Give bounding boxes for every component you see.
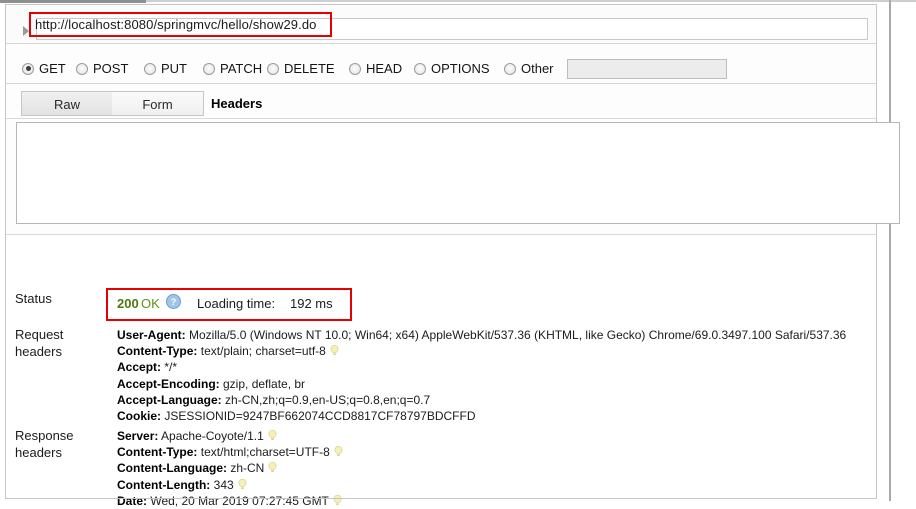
right-gutter — [878, 2, 889, 501]
header-value: zh-CN — [227, 461, 265, 476]
loading-time-value: 192 ms — [290, 296, 333, 311]
request-header-row: Cookie: JSESSIONID=9247BF662074CCD8817CF… — [117, 408, 907, 424]
request-header-row: Accept: */* — [117, 359, 907, 375]
question-help-icon[interactable]: ? — [166, 294, 181, 309]
tab-form[interactable]: Form — [112, 91, 204, 116]
rest-client-panel: http://localhost:8080/springmvc/hello/sh… — [0, 0, 916, 508]
request-header-row: Accept-Language: zh-CN,zh;q=0.9,en-US;q=… — [117, 392, 907, 408]
section-divider — [6, 234, 877, 235]
request-body-textarea[interactable] — [16, 122, 900, 224]
loading-time-label: Loading time: — [197, 296, 276, 311]
radio-button-icon[interactable] — [414, 62, 426, 75]
svg-text:?: ? — [171, 297, 177, 307]
tab-headers[interactable]: Headers — [211, 91, 262, 116]
response-header-row: Content-Length: 343 — [117, 477, 907, 493]
header-name: Content-Type: — [117, 445, 198, 460]
method-radio-get[interactable]: GET — [22, 61, 66, 76]
body-tab-strip: Raw Form Headers — [6, 85, 876, 119]
other-method-input[interactable] — [567, 59, 727, 79]
radio-button-icon[interactable] — [504, 62, 516, 75]
request-header-row: User-Agent: Mozilla/5.0 (Windows NT 10.0… — [117, 327, 907, 343]
header-name: Server: — [117, 429, 159, 443]
request-headers-list: User-Agent: Mozilla/5.0 (Windows NT 10.0… — [117, 327, 907, 424]
lightbulb-icon[interactable] — [238, 478, 247, 490]
header-value: JSESSIONID=9247BF662074CCD8817CF78797BDC… — [161, 409, 476, 424]
lightbulb-icon[interactable] — [333, 494, 342, 506]
request-header-row: Content-Type: text/plain; charset=utf-8 — [117, 343, 907, 359]
radio-button-icon[interactable] — [203, 62, 215, 75]
response-headers-label: Response headers — [15, 428, 74, 460]
window-top-bar-right — [146, 0, 916, 2]
window-top-bar — [0, 0, 146, 3]
radio-button-icon[interactable] — [267, 62, 279, 75]
method-radio-label: Other — [521, 61, 554, 76]
response-header-row: Content-Type: text/html;charset=UTF-8 — [117, 444, 907, 460]
method-radio-label: PATCH — [220, 61, 263, 76]
url-input-value: http://localhost:8080/springmvc/hello/sh… — [35, 17, 317, 32]
header-name: User-Agent: — [117, 328, 186, 342]
method-radio-label: HEAD — [366, 61, 403, 76]
triangle-right-icon[interactable] — [23, 26, 29, 36]
lightbulb-icon[interactable] — [330, 345, 339, 356]
method-radio-options[interactable]: OPTIONS — [414, 61, 490, 76]
method-radio-other[interactable]: Other — [504, 61, 554, 76]
header-value: gzip, deflate, br — [219, 376, 306, 391]
status-code: 200 — [117, 296, 139, 311]
method-radio-patch[interactable]: PATCH — [203, 61, 262, 76]
header-value: Apache-Coyote/1.1 — [158, 429, 264, 443]
method-radio-label: DELETE — [284, 61, 335, 76]
panel-bottom-border — [6, 498, 877, 499]
method-radio-label: GET — [39, 61, 66, 76]
method-radio-label: POST — [93, 61, 129, 76]
method-radio-post[interactable]: POST — [76, 61, 128, 76]
right-edge-rail — [889, 0, 891, 501]
lightbulb-icon[interactable] — [334, 446, 343, 457]
method-radio-label: PUT — [161, 61, 187, 76]
status-label: Status — [15, 291, 52, 306]
header-name: Accept: — [117, 360, 162, 375]
tab-raw[interactable]: Raw — [21, 91, 113, 116]
header-name: Content-Length: — [117, 477, 211, 492]
lightbulb-icon[interactable] — [268, 430, 277, 441]
method-radio-delete[interactable]: DELETE — [267, 61, 335, 76]
request-headers-label: Request headers — [15, 327, 64, 359]
response-headers-list: Server: Apache-Coyote/1.1 Content-Type: t… — [117, 428, 907, 509]
header-name: Cookie: — [117, 409, 162, 424]
header-name: Content-Type: — [117, 344, 198, 359]
radio-button-icon[interactable] — [144, 62, 156, 75]
header-name: Accept-Language: — [117, 392, 222, 407]
header-value: zh-CN,zh;q=0.9,en-US;q=0.8,en;q=0.7 — [221, 392, 431, 407]
status-text: OK — [141, 296, 160, 311]
request-header-row: Accept-Encoding: gzip, deflate, br — [117, 376, 907, 392]
header-value: Mozilla/5.0 (Windows NT 10.0; Win64; x64… — [185, 328, 847, 342]
response-header-row: Server: Apache-Coyote/1.1 — [117, 428, 907, 444]
method-radio-head[interactable]: HEAD — [349, 61, 402, 76]
header-value: 343 — [210, 477, 234, 492]
response-header-row: Content-Language: zh-CN — [117, 460, 907, 476]
header-value: */* — [161, 360, 178, 375]
header-name: Content-Language: — [117, 461, 227, 476]
header-name: Accept-Encoding: — [117, 376, 220, 391]
method-radio-put[interactable]: PUT — [144, 61, 187, 76]
radio-button-icon[interactable] — [76, 62, 88, 75]
radio-button-icon[interactable] — [22, 62, 34, 75]
header-value: text/plain; charset=utf-8 — [197, 344, 326, 359]
lightbulb-icon[interactable] — [268, 462, 277, 473]
radio-button-icon[interactable] — [349, 62, 361, 75]
header-value: text/html;charset=UTF-8 — [197, 445, 330, 460]
method-radio-label: OPTIONS — [431, 61, 490, 76]
